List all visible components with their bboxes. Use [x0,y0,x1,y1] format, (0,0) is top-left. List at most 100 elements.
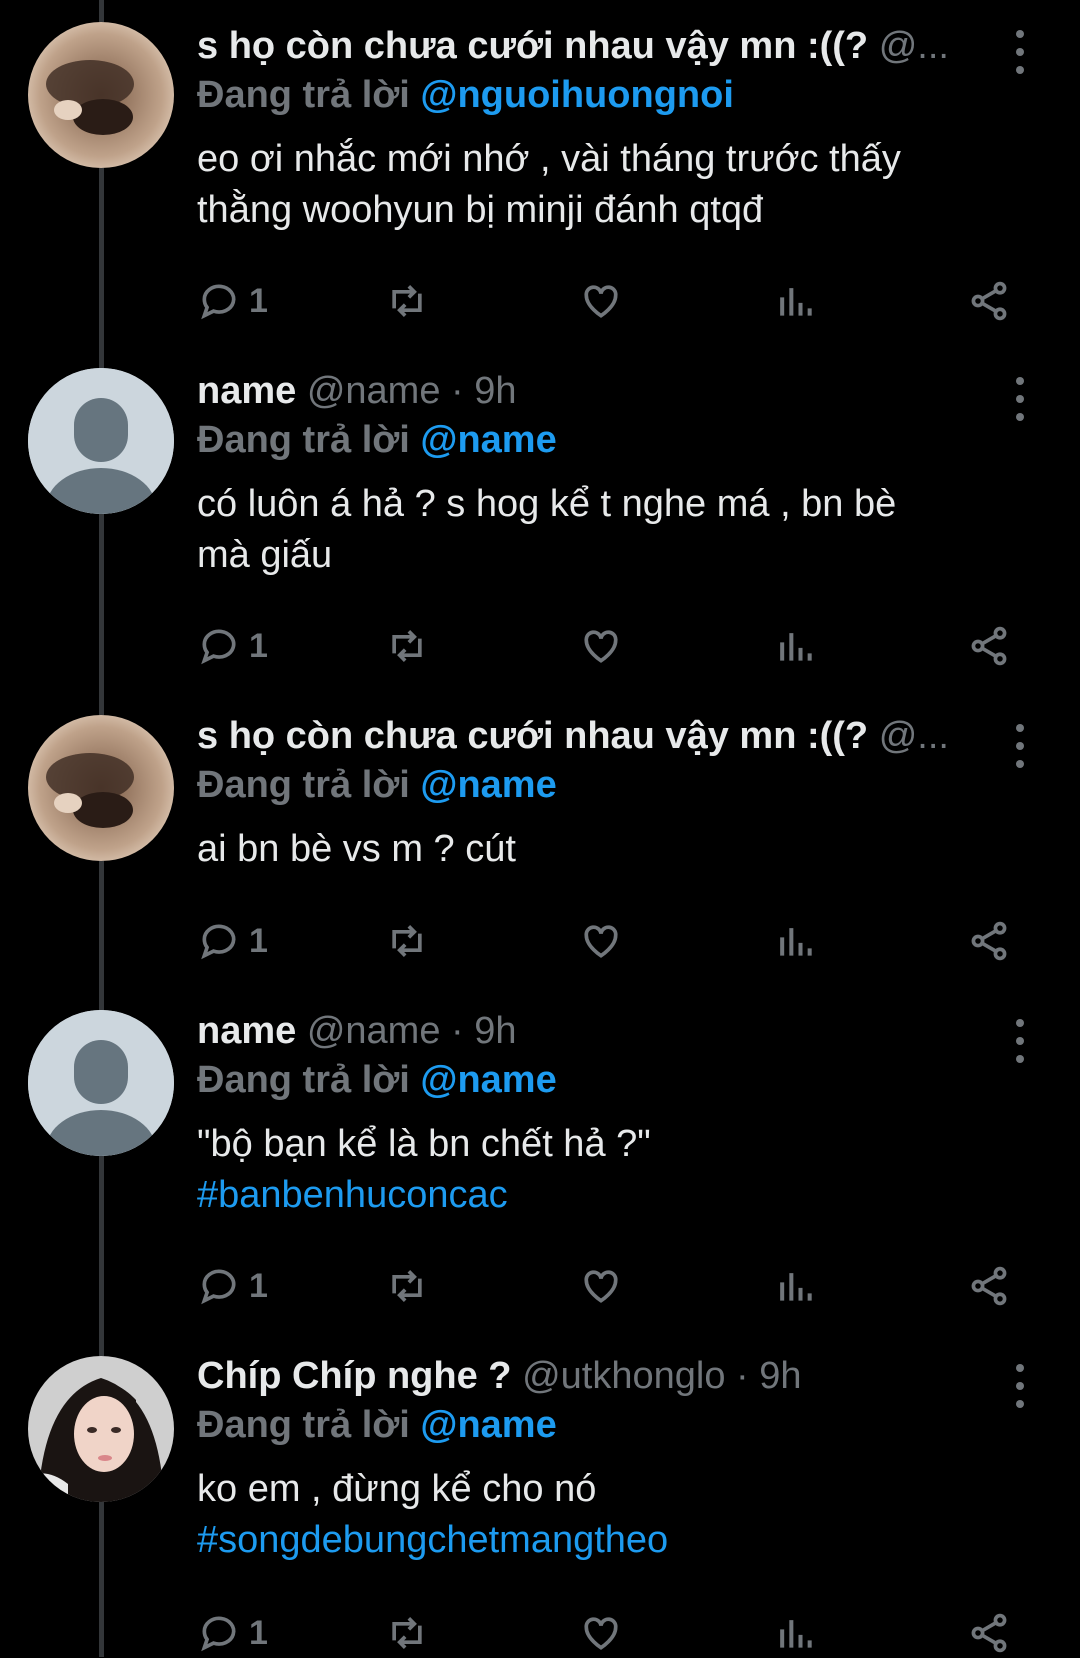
retweet-button[interactable] [385,276,429,326]
tweet-text: có luôn á hả ? s hog kể t nghe má , bn b… [197,479,997,581]
reply-button[interactable]: 1 [197,276,268,326]
tweet-text: ai bn bè vs m ? cút [197,824,997,875]
handle-meta[interactable]: @utkhonglo · 9h [522,1355,801,1397]
hashtag-link[interactable]: #banbenhuconcac [197,1170,997,1221]
display-name[interactable]: s họ còn chưa cưới nhau vậy mn :((? [197,25,868,67]
avatar[interactable] [28,22,174,168]
tweet-header: s họ còn chưa cưới nhau vậy mn :((? @... [197,712,987,760]
tweet-header: Chíp Chíp nghe ? @utkhonglo · 9h [197,1352,987,1400]
share-icon [971,626,1007,666]
retweet-button[interactable] [385,1608,429,1658]
analytics-icon [780,1273,812,1301]
tweet[interactable]: Chíp Chíp nghe ? @utkhonglo · 9h Đang tr… [0,1330,1080,1657]
share-button[interactable] [967,621,1011,671]
retweet-icon [392,285,422,317]
analytics-icon [780,288,812,316]
reply-icon [201,924,236,960]
reply-icon [201,629,236,665]
display-name[interactable]: Chíp Chíp nghe ? [197,1355,512,1397]
share-button[interactable] [967,1608,1011,1658]
reply-button[interactable]: 1 [197,1608,268,1658]
analytics-icon [780,1620,812,1648]
views-button[interactable] [773,276,817,326]
default-avatar-icon [28,1010,174,1156]
tweet-text-line: có luôn á hả ? s hog kể t nghe má , bn b… [197,483,897,525]
avatar[interactable] [28,368,174,514]
hashtag-link[interactable]: #songdebungchetmangtheo [197,1515,997,1566]
avatar[interactable] [28,1356,174,1502]
tweet-text: ko em , đừng kể cho nó #songdebungchetma… [197,1464,997,1566]
reply-context: Đang trả lời @name [197,415,1020,465]
tweet-actions: 1 [197,276,1037,326]
tweet[interactable]: name @name · 9h Đang trả lời @name có lu… [0,345,1080,690]
heart-icon [584,630,618,663]
tweet-text-line: mà giấu [197,534,333,576]
more-options-icon[interactable] [1008,30,1032,74]
reply-mention-link[interactable]: @name [420,764,556,806]
tweet-text: eo ơi nhắc mới nhớ , vài tháng trước thấ… [197,134,997,236]
analytics-icon [780,633,812,661]
retweet-icon [392,925,422,957]
tweet-actions: 1 [197,621,1037,671]
reply-icon [201,284,236,320]
reply-count: 1 [249,921,268,960]
retweet-icon [392,630,422,662]
reply-button[interactable]: 1 [197,621,268,671]
display-name[interactable]: name [197,370,296,412]
tweet[interactable]: s họ còn chưa cưới nhau vậy mn :((? @...… [0,0,1080,345]
reply-icon [201,1616,236,1652]
like-button[interactable] [579,276,623,326]
reply-count: 1 [249,1266,268,1305]
tweet[interactable]: s họ còn chưa cưới nhau vậy mn :((? @...… [0,690,1080,985]
share-icon [971,1613,1007,1653]
heart-icon [584,1270,618,1303]
reply-mention-link[interactable]: @name [420,1059,556,1101]
display-name[interactable]: name [197,1010,296,1052]
reply-count: 1 [249,626,268,665]
more-options-icon[interactable] [1008,1019,1032,1063]
reply-count: 1 [249,281,268,320]
reply-mention-link[interactable]: @nguoihuongnoi [420,74,734,116]
like-button[interactable] [579,621,623,671]
reply-context: Đang trả lời @name [197,760,1020,810]
reply-mention-link[interactable]: @name [420,419,556,461]
avatar[interactable] [28,715,174,861]
views-button[interactable] [773,1261,817,1311]
reply-prefix: Đang trả lời [197,764,410,806]
tweet-header: s họ còn chưa cưới nhau vậy mn :((? @... [197,22,987,70]
handle-meta[interactable]: @... [879,25,949,67]
share-button[interactable] [967,1261,1011,1311]
tweet-text-line: ko em , đừng kể cho nó [197,1468,597,1510]
tweet[interactable]: name @name · 9h Đang trả lời @name "bộ b… [0,985,1080,1330]
more-options-icon[interactable] [1008,724,1032,768]
heart-icon [584,285,618,318]
tweet-actions: 1 [197,1608,1037,1658]
retweet-button[interactable] [385,621,429,671]
share-button[interactable] [967,276,1011,326]
reply-button[interactable]: 1 [197,1261,268,1311]
views-button[interactable] [773,916,817,966]
more-options-icon[interactable] [1008,377,1032,421]
like-button[interactable] [579,1608,623,1658]
reply-button[interactable]: 1 [197,916,268,966]
like-button[interactable] [579,1261,623,1311]
tweet-header: name @name · 9h [197,1007,987,1055]
retweet-button[interactable] [385,1261,429,1311]
views-button[interactable] [773,621,817,671]
default-avatar-icon [28,368,174,514]
share-button[interactable] [967,916,1011,966]
handle-meta[interactable]: @name · 9h [307,1010,517,1052]
views-button[interactable] [773,1608,817,1658]
avatar[interactable] [28,1010,174,1156]
retweet-button[interactable] [385,916,429,966]
more-options-icon[interactable] [1008,1364,1032,1408]
tweet-actions: 1 [197,1261,1037,1311]
like-button[interactable] [579,916,623,966]
tweet-actions: 1 [197,916,1037,966]
handle-meta[interactable]: @name · 9h [307,370,517,412]
tweet-text-line: eo ơi nhắc mới nhớ , vài tháng trước thấ… [197,138,901,180]
display-name[interactable]: s họ còn chưa cưới nhau vậy mn :((? [197,715,868,757]
handle-meta[interactable]: @... [879,715,949,757]
analytics-icon [780,928,812,956]
reply-mention-link[interactable]: @name [420,1404,556,1446]
